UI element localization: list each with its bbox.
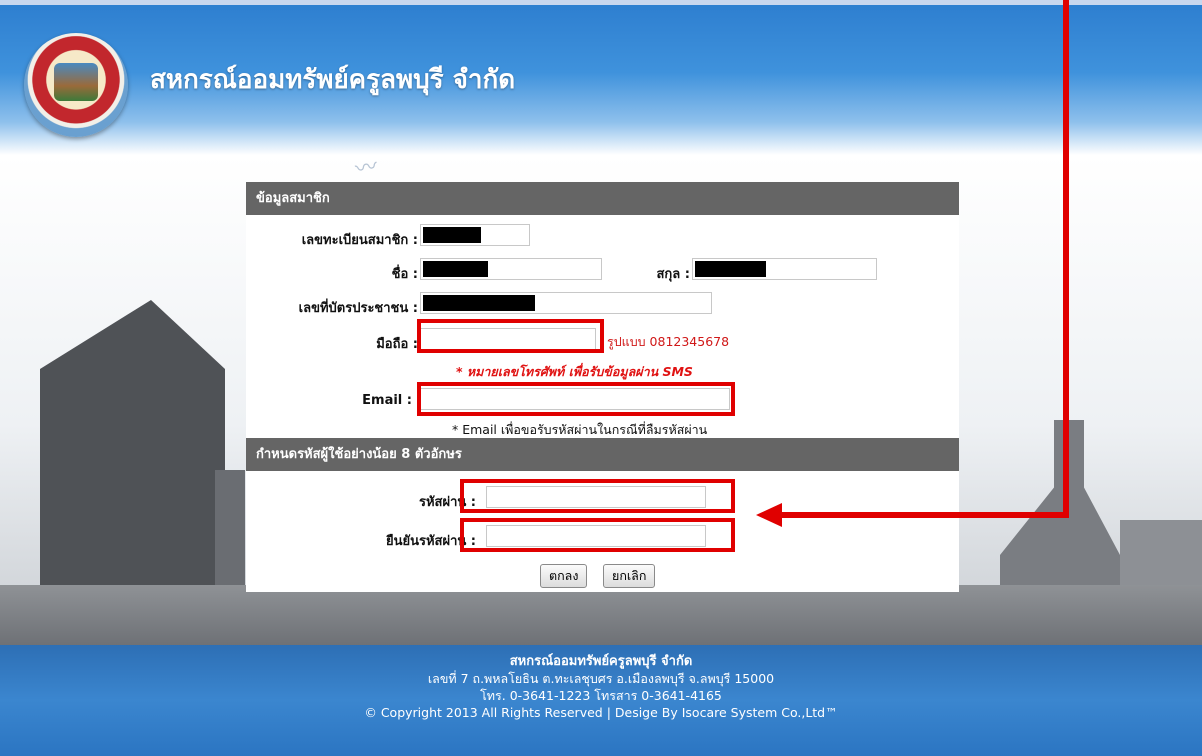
member-id-label: เลขทะเบียนสมาชิก :	[301, 233, 418, 248]
password-section-heading: กำหนดรหัสผู้ใช้อย่างน้อย 8 ตัวอักษร	[246, 438, 959, 471]
member-section-heading: ข้อมูลสมาชิก	[246, 182, 959, 215]
redacted-id-card	[423, 295, 535, 311]
footer-copyright: © Copyright 2013 All Rights Reserved | D…	[364, 705, 838, 720]
footer-org-name: สหกรณ์ออมทรัพย์ครูลพบุรี จำกัด	[509, 654, 693, 669]
annotation-arrow-horizontal	[780, 512, 1069, 518]
redacted-first-name	[423, 261, 488, 277]
site-footer: สหกรณ์ออมทรัพย์ครูลพบุรี จำกัด เลขที่ 7 …	[0, 645, 1202, 756]
footer-address: เลขที่ 7 ถ.พหลโยธิน ต.ทะเลชุบศร อ.เมืองล…	[427, 671, 775, 686]
email-note: * Email เพื่อขอรับรหัสผ่านในกรณีที่ลืมรห…	[452, 422, 708, 437]
ok-button[interactable]: ตกลง	[540, 564, 588, 588]
annotation-arrow-vertical	[1063, 0, 1069, 518]
site-header: สหกรณ์ออมทรัพย์ครูลพบุรี จำกัด	[0, 5, 1202, 155]
password-label: รหัสผ่าน :	[418, 495, 476, 510]
footer-phone: โทร. 0-3641-1223 โทรสาร 0-3641-4165	[480, 688, 722, 703]
mobile-label: มือถือ :	[376, 337, 418, 352]
email-label: Email :	[362, 393, 412, 408]
mobile-note: * หมายเลขโทรศัพท์ เพื่อรับข้อมูลผ่าน SMS	[456, 364, 693, 379]
id-card-label: เลขที่บัตรประชาชน :	[298, 301, 418, 316]
cancel-button[interactable]: ยกเลิก	[603, 564, 656, 588]
confirm-password-input[interactable]	[486, 525, 706, 547]
ground-silhouette	[0, 585, 1202, 645]
redacted-member-id	[423, 227, 481, 243]
confirm-password-label: ยืนยันรหัสผ่าน :	[385, 534, 476, 549]
mobile-input[interactable]	[420, 328, 596, 350]
mobile-format-hint: รูปแบบ 0812345678	[607, 334, 730, 349]
annotation-arrowhead-icon	[756, 503, 782, 527]
password-input[interactable]	[486, 486, 706, 508]
cooperative-logo-icon	[24, 33, 128, 137]
site-title: สหกรณ์ออมทรัพย์ครูลพบุรี จำกัด	[150, 65, 516, 95]
registration-form: ข้อมูลสมาชิก เลขทะเบียนสมาชิก : ชื่อ : ส…	[246, 182, 959, 592]
redacted-last-name	[695, 261, 766, 277]
last-name-label: สกุล :	[656, 267, 691, 282]
first-name-label: ชื่อ :	[391, 267, 418, 282]
email-input[interactable]	[420, 388, 730, 410]
